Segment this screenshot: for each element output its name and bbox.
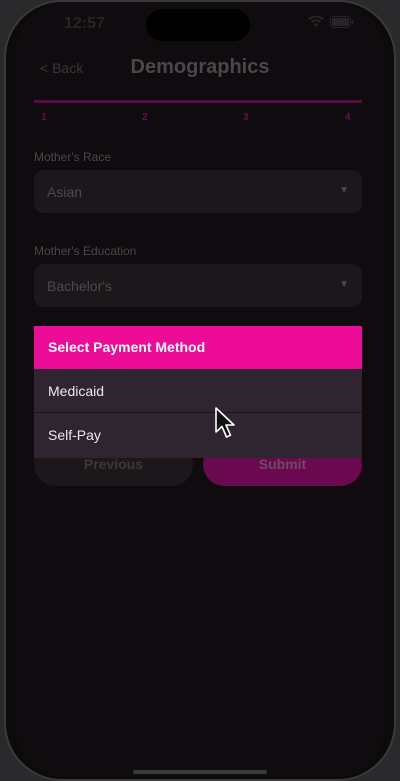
mouse-pointer-icon	[214, 406, 236, 440]
picker-title: Select Payment Method	[34, 326, 362, 369]
page-title: Demographics	[130, 56, 270, 78]
app-screen: 12:57 < Back Demographics 1 2 3 4 Mother…	[16, 2, 384, 777]
race-label: Mother's Race	[34, 150, 111, 164]
picker-option-medicaid[interactable]: Medicaid	[34, 369, 362, 413]
status-bar: 12:57	[16, 2, 384, 46]
home-indicator	[133, 770, 267, 774]
progress-step-2: 2	[142, 112, 148, 123]
progress-step-3: 3	[243, 112, 249, 123]
progress-steps: 1 2 3 4	[34, 112, 372, 126]
status-icons	[308, 16, 354, 28]
race-select-value: Asian	[47, 184, 83, 200]
dynamic-island	[146, 9, 250, 41]
progress-bar	[34, 100, 362, 103]
payment-method-picker: Select Payment Method Medicaid Self-Pay	[34, 326, 362, 458]
progress-step-1: 1	[41, 112, 47, 123]
wifi-icon	[308, 16, 324, 28]
status-time: 12:57	[64, 15, 105, 32]
battery-icon	[330, 16, 354, 28]
nav-bar: < Back Demographics	[16, 48, 384, 88]
progress-step-4: 4	[345, 112, 351, 123]
chevron-down-icon: ▼	[339, 279, 349, 290]
device-frame: 12:57 < Back Demographics 1 2 3 4 Mother…	[0, 0, 400, 781]
education-select[interactable]: Bachelor's ▼	[34, 264, 362, 307]
education-select-value: Bachelor's	[47, 278, 112, 294]
chevron-down-icon: ▼	[339, 185, 349, 196]
education-label: Mother's Education	[34, 244, 137, 258]
picker-option-self-pay[interactable]: Self-Pay	[34, 413, 362, 457]
race-select[interactable]: Asian ▼	[34, 170, 362, 213]
